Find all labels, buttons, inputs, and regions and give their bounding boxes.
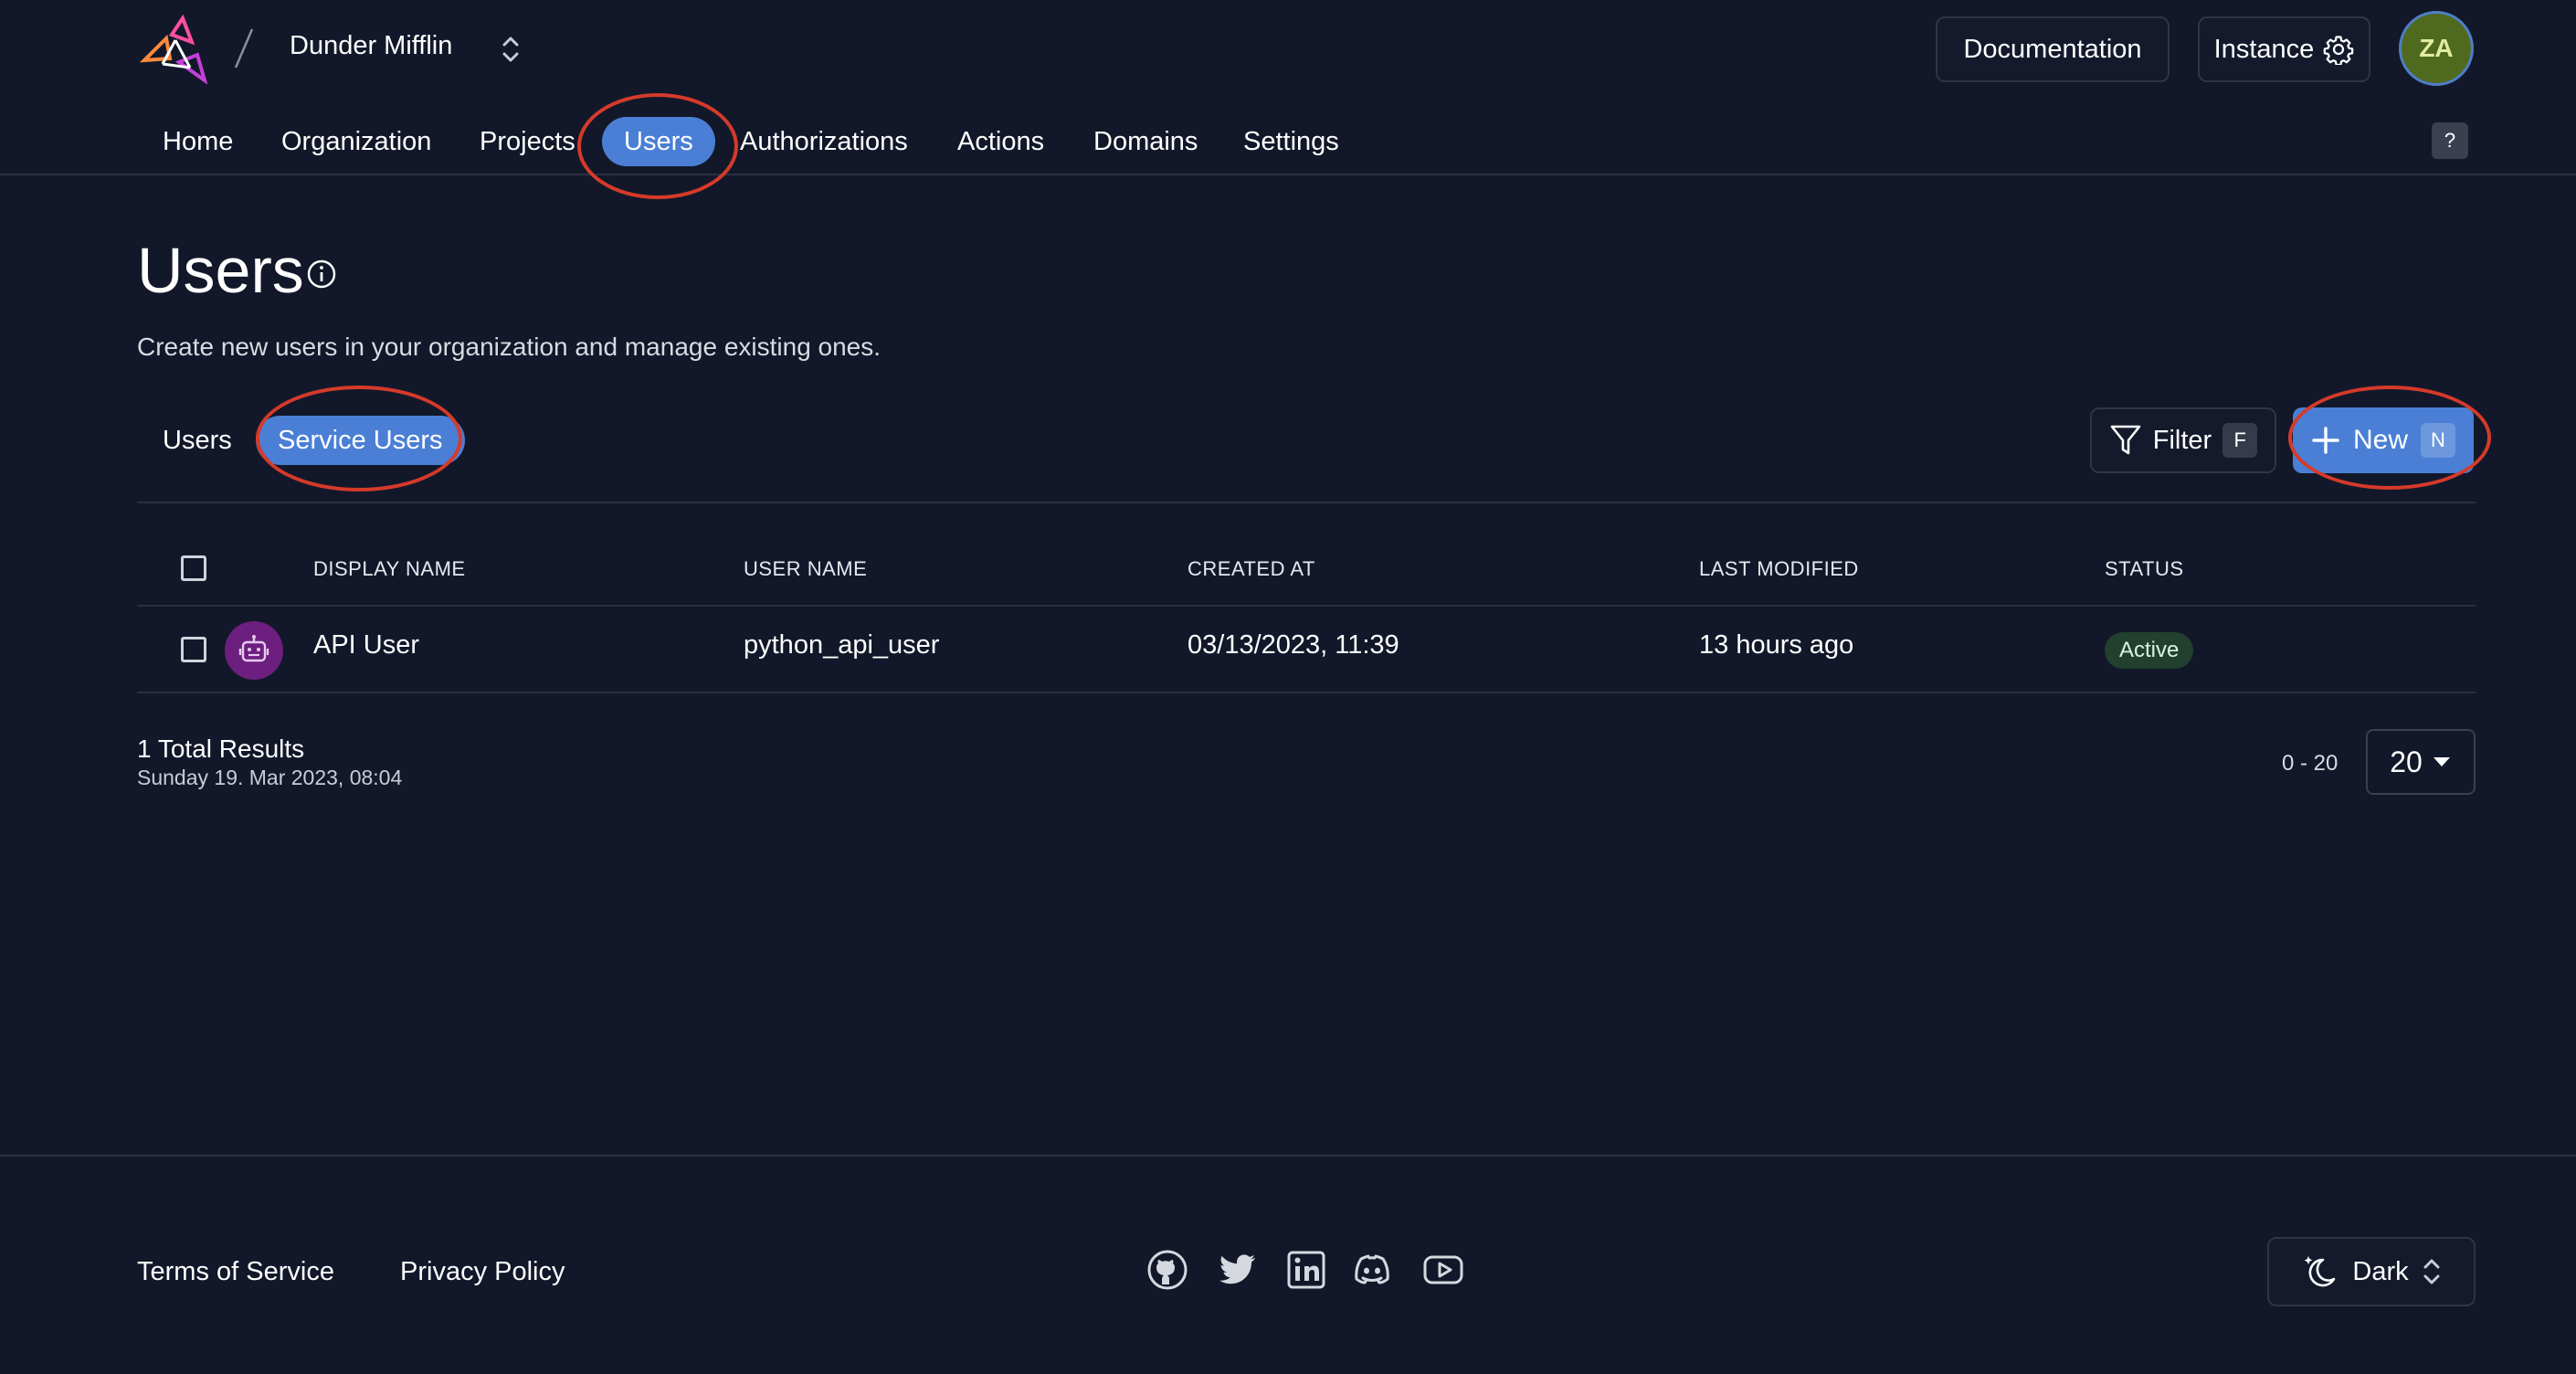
cell-created-at: 03/13/2023, 11:39 bbox=[1188, 630, 1399, 660]
nav-item-settings[interactable]: Settings bbox=[1243, 113, 1339, 170]
row-checkbox[interactable] bbox=[181, 637, 206, 662]
filter-button[interactable]: Filter F bbox=[2090, 407, 2276, 473]
theme-label: Dark bbox=[2352, 1256, 2409, 1286]
nav-item-actions[interactable]: Actions bbox=[957, 113, 1044, 170]
documentation-button[interactable]: Documentation bbox=[1936, 16, 2170, 82]
toolbar-divider bbox=[137, 502, 2476, 503]
twitter-icon[interactable] bbox=[1215, 1248, 1259, 1292]
service-user-avatar bbox=[225, 621, 283, 680]
page-title: Users bbox=[137, 235, 304, 306]
cell-display-name: API User bbox=[313, 630, 420, 660]
filter-shortcut-key: F bbox=[2222, 423, 2258, 458]
theme-toggle-button[interactable]: Dark bbox=[2267, 1237, 2476, 1306]
header-divider bbox=[0, 174, 2576, 175]
tab-users[interactable]: Users bbox=[163, 416, 232, 465]
column-header-created-at[interactable]: CREATED AT bbox=[1188, 557, 1315, 581]
documentation-label: Documentation bbox=[1963, 34, 2142, 64]
instance-button[interactable]: Instance bbox=[2198, 16, 2370, 82]
breadcrumb-separator-icon bbox=[234, 28, 254, 69]
linkedin-icon[interactable] bbox=[1284, 1248, 1328, 1292]
page-description: Create new users in your organization an… bbox=[137, 333, 882, 361]
privacy-policy-link[interactable]: Privacy Policy bbox=[400, 1257, 565, 1287]
nav-item-authorizations[interactable]: Authorizations bbox=[740, 113, 908, 170]
filter-label: Filter bbox=[2152, 425, 2212, 455]
annotation-ring-new-button bbox=[2288, 386, 2491, 490]
results-timestamp: Sunday 19. Mar 2023, 08:04 bbox=[137, 766, 403, 789]
page-size-value: 20 bbox=[2390, 745, 2423, 778]
table-bottom-divider bbox=[137, 692, 2476, 693]
caret-down-icon bbox=[2433, 757, 2450, 766]
pagination-range: 0 - 20 bbox=[2282, 751, 2338, 776]
nav-item-home[interactable]: Home bbox=[163, 113, 233, 170]
nav-item-projects[interactable]: Projects bbox=[480, 113, 575, 170]
page-size-select[interactable]: 20 bbox=[2366, 729, 2476, 795]
select-all-checkbox[interactable] bbox=[181, 555, 206, 581]
annotation-ring-users-nav bbox=[577, 93, 738, 199]
table-header-divider bbox=[137, 605, 2476, 607]
footer-divider bbox=[0, 1155, 2576, 1157]
column-header-status[interactable]: STATUS bbox=[2105, 557, 2184, 581]
org-name[interactable]: Dunder Mifflin bbox=[290, 31, 452, 61]
moon-icon bbox=[2304, 1256, 2336, 1287]
help-button[interactable]: ? bbox=[2432, 122, 2468, 159]
annotation-ring-service-users-tab bbox=[256, 386, 462, 491]
filter-icon bbox=[2110, 425, 2141, 455]
robot-icon bbox=[238, 635, 269, 662]
zitadel-logo-icon[interactable] bbox=[139, 15, 212, 84]
column-header-user-name[interactable]: USER NAME bbox=[744, 557, 867, 581]
gear-icon bbox=[2324, 36, 2354, 65]
column-header-display-name[interactable]: DISPLAY NAME bbox=[313, 557, 466, 581]
total-results: 1 Total Results bbox=[137, 735, 305, 763]
nav-item-organization[interactable]: Organization bbox=[281, 113, 431, 170]
github-icon[interactable] bbox=[1145, 1248, 1189, 1292]
chevron-up-down-icon bbox=[2423, 1259, 2440, 1284]
youtube-icon[interactable] bbox=[1421, 1248, 1465, 1292]
terms-of-service-link[interactable]: Terms of Service bbox=[137, 1257, 334, 1287]
info-icon[interactable] bbox=[305, 258, 338, 291]
chevron-up-down-icon[interactable] bbox=[501, 33, 521, 66]
user-avatar[interactable]: ZA bbox=[2399, 11, 2474, 86]
discord-icon[interactable] bbox=[1350, 1248, 1394, 1292]
cell-last-modified: 13 hours ago bbox=[1699, 630, 1854, 660]
instance-label: Instance bbox=[2213, 34, 2315, 64]
status-badge: Active bbox=[2105, 632, 2194, 669]
column-header-last-modified[interactable]: LAST MODIFIED bbox=[1699, 557, 1859, 581]
nav-item-domains[interactable]: Domains bbox=[1093, 113, 1198, 170]
cell-user-name: python_api_user bbox=[744, 630, 940, 660]
